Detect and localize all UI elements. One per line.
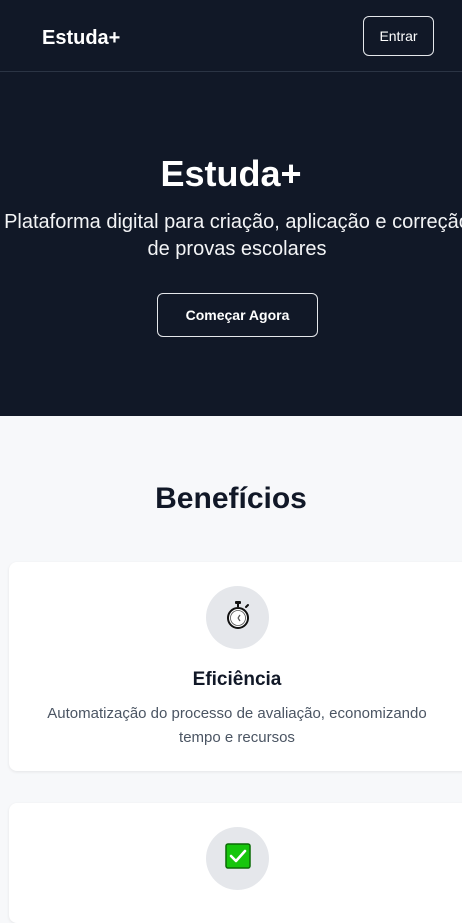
check-box-icon	[224, 843, 251, 874]
hero-subtitle-line1: Plataforma digital para criação, aplicaç…	[4, 211, 462, 233]
benefit-description-line1: Automatização do processo de avaliação, …	[47, 705, 427, 722]
benefit-icon-circle	[206, 586, 269, 649]
benefit-card-efficiency: Eficiência Automatização do processo de …	[9, 562, 462, 771]
get-started-button[interactable]: Começar Agora	[157, 293, 318, 337]
benefit-description-line2: tempo e recursos	[179, 729, 295, 746]
hero-title: Estuda+	[160, 153, 302, 194]
benefit-description: Automatização do processo de avaliação, …	[9, 702, 462, 750]
benefits-title: Benefícios	[155, 482, 307, 515]
hero-subtitle-line2: de provas escolares	[147, 238, 327, 260]
benefits-section: Benefícios Eficiência Automatização do p…	[0, 416, 462, 923]
top-navbar: Estuda+ Entrar	[0, 0, 462, 72]
nav-logo[interactable]: Estuda+	[42, 25, 120, 51]
hero-subtitle: Plataforma digital para criação, aplicaç…	[0, 209, 462, 263]
stopwatch-icon	[225, 600, 251, 635]
benefit-title: Eficiência	[192, 669, 282, 690]
benefit-card-second	[9, 803, 462, 923]
login-button[interactable]: Entrar	[363, 16, 434, 56]
benefit-icon-circle	[206, 827, 269, 890]
hero-section: Estuda+ Plataforma digital para criação,…	[0, 72, 462, 416]
